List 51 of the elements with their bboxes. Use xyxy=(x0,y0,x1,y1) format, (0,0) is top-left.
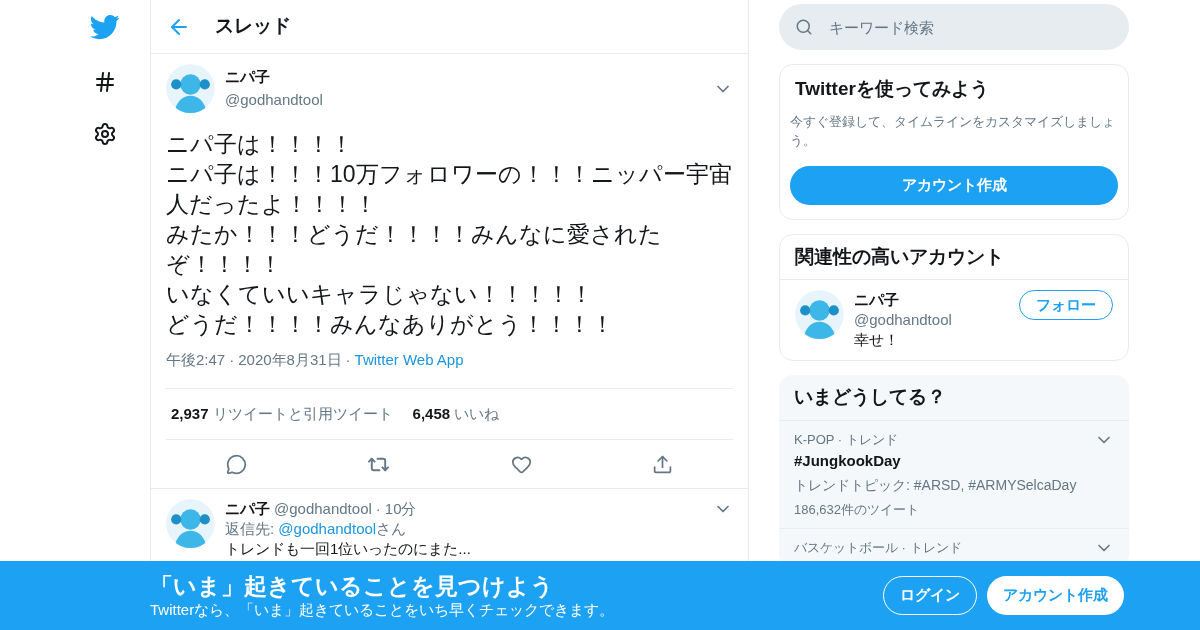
author-name[interactable]: ニパ子 xyxy=(225,66,703,89)
account-name[interactable]: ニパ子 xyxy=(854,290,1009,310)
signup-button[interactable]: アカウント作成 xyxy=(987,576,1124,615)
like-label[interactable]: いいね xyxy=(454,402,500,425)
retweet-label[interactable]: リツイートと引用ツイート xyxy=(212,402,393,425)
hashtag-icon[interactable] xyxy=(93,70,117,94)
bird-logo-icon[interactable] xyxy=(90,12,120,42)
reply-icon[interactable] xyxy=(226,453,248,475)
avatar[interactable] xyxy=(795,290,844,339)
reply-to-label: 返信先: xyxy=(225,519,276,539)
reply-to-link[interactable]: @godhandtool xyxy=(278,519,377,539)
separator-dot: · xyxy=(229,350,235,370)
retweet-count[interactable]: 2,937 xyxy=(171,402,209,425)
banner-subtitle: Twitterなら、「いま」起きていることをいち早くチェックできます。 xyxy=(150,599,616,620)
trend-name: #JungkookDay xyxy=(794,451,902,471)
account-bio: 幸せ！ xyxy=(854,330,900,350)
reply-to-suffix: さん xyxy=(376,519,407,539)
separator-dot: · xyxy=(345,350,351,370)
reply-author-handle[interactable]: @godhandtool xyxy=(274,499,372,519)
settings-icon[interactable] xyxy=(93,122,117,146)
page-title: スレッド xyxy=(215,14,291,39)
tweet-text-line: みたか！！！どうだ！！！！みんなに愛されたぞ！！！！ xyxy=(166,220,663,279)
tweet-text-line: ニパ子は！！！10万フォロワーの！！！ニッパー宇宙人だったよ！！！！ xyxy=(166,160,733,219)
like-count[interactable]: 6,458 xyxy=(412,402,451,425)
avatar[interactable] xyxy=(166,64,215,113)
trend-count: 186,632件のツイート xyxy=(794,500,920,519)
tweet-text-line: どうだ！！！！みんなありがとう！！！！ xyxy=(166,310,615,339)
tweet-time[interactable]: 午後2:47 xyxy=(166,349,226,372)
card-title: 関連性の高いアカウント xyxy=(780,234,1128,280)
card-title: Twitterを使ってみよう xyxy=(794,77,990,101)
trend-context: K-POP · トレンド xyxy=(794,430,899,449)
create-account-button[interactable]: アカウント作成 xyxy=(790,165,1118,205)
trend-topics: トレンドトピック: #ARSD, #ARMYSelcaDay xyxy=(794,475,1078,495)
account-handle[interactable]: @godhandtool xyxy=(854,310,1009,330)
search-icon xyxy=(795,18,813,36)
reply-time[interactable]: 10分 xyxy=(384,499,417,519)
tweet-source-link[interactable]: Twitter Web App xyxy=(354,349,464,372)
tweet-date[interactable]: 2020年8月31日 xyxy=(238,349,342,372)
avatar[interactable] xyxy=(166,499,215,548)
tweet-text-line: ニパ子は！！！！ xyxy=(166,130,354,159)
author-handle[interactable]: @godhandtool xyxy=(225,88,703,111)
tweet-text-line: いなくていいキャラじゃない！！！！！ xyxy=(166,280,594,309)
reply-text: トレンドも一回1位いったのにまた... xyxy=(225,539,472,559)
card-text: 今すぐ登録して、タイムラインをカスタマイズしましょう。 xyxy=(790,112,1116,150)
search-field[interactable]: キーワード検索 xyxy=(779,4,1129,50)
reply-author-name[interactable]: ニパ子 xyxy=(225,499,270,519)
share-icon[interactable] xyxy=(651,453,673,475)
card-title: いまどうしてる？ xyxy=(779,375,1129,421)
separator-dot: · xyxy=(375,499,381,519)
trend-context: バスケットボール · トレンド xyxy=(794,539,963,557)
banner-title: 「いま」起きていることを見つけよう xyxy=(150,571,555,600)
